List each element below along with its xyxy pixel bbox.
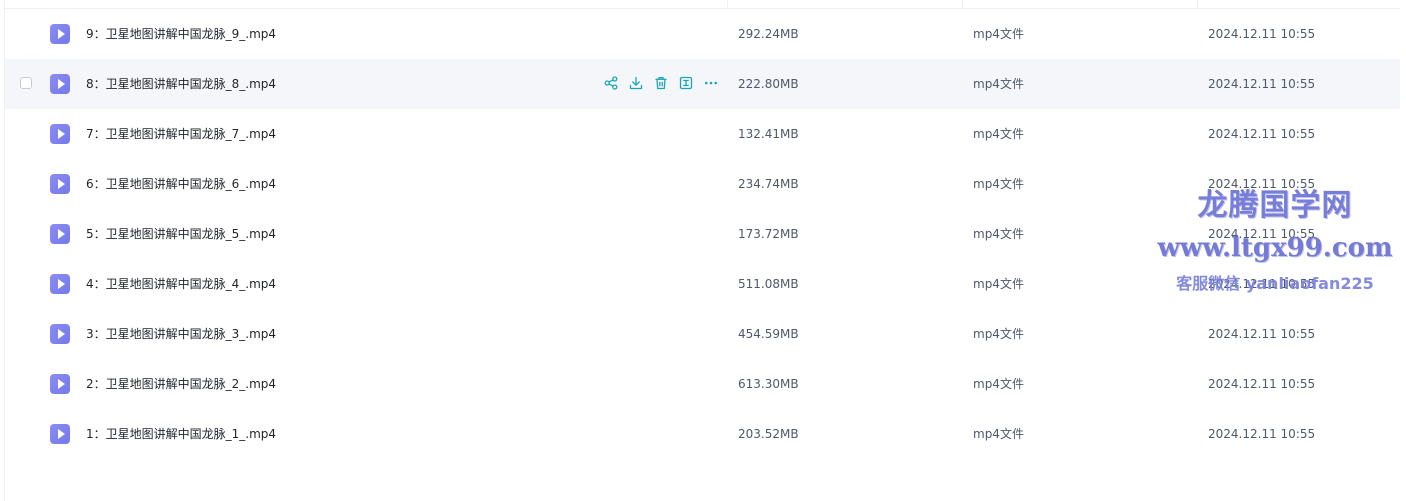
file-name[interactable]: 3：卫星地图讲解中国龙脉_3_.mp4	[86, 309, 276, 359]
file-type: mp4文件	[973, 177, 1024, 191]
delete-icon[interactable]	[653, 75, 669, 91]
more-icon[interactable]	[703, 75, 719, 91]
video-file-icon	[50, 24, 70, 44]
file-modified-date: 2024.12.11 10:55	[1208, 177, 1316, 191]
video-file-icon	[50, 74, 70, 94]
file-name[interactable]: 2：卫星地图讲解中国龙脉_2_.mp4	[86, 359, 276, 409]
file-modified-date: 2024.12.11 10:55	[1208, 277, 1316, 291]
file-type: mp4文件	[973, 77, 1024, 91]
file-modified-date: 2024.12.11 10:55	[1208, 377, 1316, 391]
video-file-icon	[50, 424, 70, 444]
file-row[interactable]: 4：卫星地图讲解中国龙脉_4_.mp4 511.08MB mp4文件 2024.…	[5, 259, 1400, 309]
file-name[interactable]: 6：卫星地图讲解中国龙脉_6_.mp4	[86, 159, 276, 209]
file-type: mp4文件	[973, 127, 1024, 141]
file-size: 203.52MB	[738, 427, 799, 441]
header-separator	[1197, 0, 1198, 8]
file-row[interactable]: 7：卫星地图讲解中国龙脉_7_.mp4 132.41MB mp4文件 2024.…	[5, 109, 1400, 159]
video-file-icon	[50, 324, 70, 344]
file-row[interactable]: 8：卫星地图讲解中国龙脉_8_.mp4 222.80MB mp4文件 2024.…	[5, 59, 1400, 109]
file-size: 292.24MB	[738, 27, 799, 41]
file-type: mp4文件	[973, 377, 1024, 391]
file-list-page: 9：卫星地图讲解中国龙脉_9_.mp4 292.24MB mp4文件 2024.…	[0, 0, 1406, 501]
row-actions	[603, 75, 719, 93]
table-header-strip	[5, 0, 1400, 9]
video-file-icon	[50, 124, 70, 144]
file-modified-date: 2024.12.11 10:55	[1208, 227, 1316, 241]
file-size: 511.08MB	[738, 277, 799, 291]
file-name[interactable]: 5：卫星地图讲解中国龙脉_5_.mp4	[86, 209, 276, 259]
file-modified-date: 2024.12.11 10:55	[1208, 27, 1316, 41]
file-modified-date: 2024.12.11 10:55	[1208, 427, 1316, 441]
file-size: 132.41MB	[738, 127, 799, 141]
file-size: 222.80MB	[738, 77, 799, 91]
video-file-icon	[50, 374, 70, 394]
video-file-icon	[50, 174, 70, 194]
rename-icon[interactable]	[678, 75, 694, 91]
row-select-checkbox[interactable]	[20, 77, 32, 89]
file-row[interactable]: 6：卫星地图讲解中国龙脉_6_.mp4 234.74MB mp4文件 2024.…	[5, 159, 1400, 209]
file-size: 234.74MB	[738, 177, 799, 191]
file-modified-date: 2024.12.11 10:55	[1208, 327, 1316, 341]
file-row[interactable]: 9：卫星地图讲解中国龙脉_9_.mp4 292.24MB mp4文件 2024.…	[5, 9, 1400, 59]
video-file-icon	[50, 274, 70, 294]
file-type: mp4文件	[973, 227, 1024, 241]
file-row[interactable]: 5：卫星地图讲解中国龙脉_5_.mp4 173.72MB mp4文件 2024.…	[5, 209, 1400, 259]
file-modified-date: 2024.12.11 10:55	[1208, 77, 1316, 91]
file-row[interactable]: 1：卫星地图讲解中国龙脉_1_.mp4 203.52MB mp4文件 2024.…	[5, 409, 1400, 459]
file-type: mp4文件	[973, 277, 1024, 291]
file-modified-date: 2024.12.11 10:55	[1208, 127, 1316, 141]
file-row[interactable]: 3：卫星地图讲解中国龙脉_3_.mp4 454.59MB mp4文件 2024.…	[5, 309, 1400, 359]
video-file-icon	[50, 224, 70, 244]
file-name[interactable]: 7：卫星地图讲解中国龙脉_7_.mp4	[86, 109, 276, 159]
file-type: mp4文件	[973, 27, 1024, 41]
file-name[interactable]: 1：卫星地图讲解中国龙脉_1_.mp4	[86, 409, 276, 459]
header-separator	[727, 0, 728, 8]
file-size: 173.72MB	[738, 227, 799, 241]
file-name[interactable]: 9：卫星地图讲解中国龙脉_9_.mp4	[86, 9, 276, 59]
file-type: mp4文件	[973, 327, 1024, 341]
download-icon[interactable]	[628, 75, 644, 91]
file-size: 613.30MB	[738, 377, 799, 391]
file-name[interactable]: 4：卫星地图讲解中国龙脉_4_.mp4	[86, 259, 276, 309]
file-name[interactable]: 8：卫星地图讲解中国龙脉_8_.mp4	[86, 59, 276, 109]
share-icon[interactable]	[603, 75, 619, 91]
file-type: mp4文件	[973, 427, 1024, 441]
file-row[interactable]: 2：卫星地图讲解中国龙脉_2_.mp4 613.30MB mp4文件 2024.…	[5, 359, 1400, 409]
file-list: 9：卫星地图讲解中国龙脉_9_.mp4 292.24MB mp4文件 2024.…	[5, 9, 1400, 459]
file-size: 454.59MB	[738, 327, 799, 341]
header-separator	[962, 0, 963, 8]
